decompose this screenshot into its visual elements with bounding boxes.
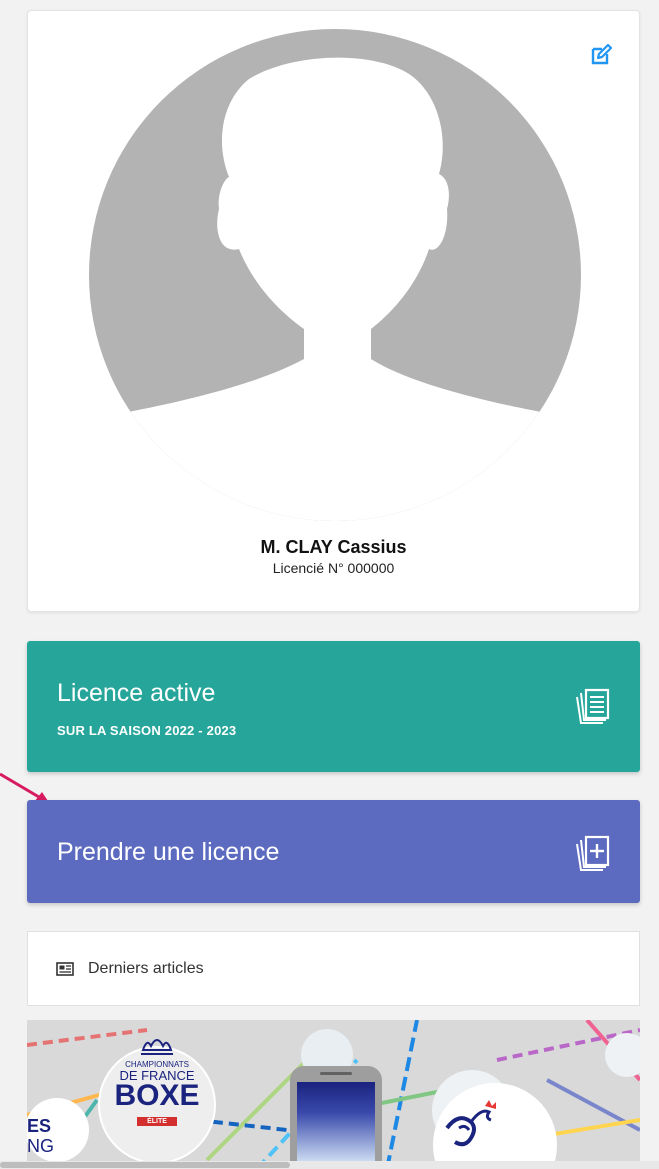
latest-articles-label: Derniers articles <box>88 960 204 977</box>
championship-logo: CHAMPIONNATS DE FRANCE BOXE ÉLITE <box>110 1032 204 1152</box>
newspaper-icon <box>56 962 74 976</box>
edge-text-2: NG <box>27 1136 54 1156</box>
licence-active-title: Licence active <box>57 679 216 707</box>
crown-icon <box>141 1039 173 1055</box>
latest-articles-header[interactable]: Derniers articles <box>27 931 640 1006</box>
take-licence-label: Prendre une licence <box>57 838 280 866</box>
profile-card: M. CLAY Cassius Licencié N° 000000 <box>27 10 640 612</box>
take-licence-button[interactable]: Prendre une licence <box>27 800 640 903</box>
phone-image <box>290 1066 382 1169</box>
document-stack-icon <box>576 688 610 724</box>
article-image[interactable]: CHAMPIONNATS DE FRANCE BOXE ÉLITE ES NG <box>27 1020 640 1169</box>
rooster-logo <box>445 1100 496 1147</box>
licence-number: Licencié N° 000000 <box>272 560 395 576</box>
add-document-icon <box>576 835 610 871</box>
profile-name: M. CLAY Cassius <box>260 537 407 557</box>
page: M. CLAY Cassius Licencié N° 000000 Licen… <box>0 0 659 1169</box>
championship-badge: ÉLITE <box>137 1117 177 1126</box>
championship-line3: BOXE <box>114 1079 200 1112</box>
licence-season: SUR LA SAISON 2022 - 2023 <box>57 723 237 738</box>
bottom-scrollbar[interactable] <box>0 1161 659 1169</box>
licence-active-card: Licence active SUR LA SAISON 2022 - 2023 <box>27 641 640 772</box>
avatar <box>89 29 581 521</box>
edit-icon[interactable] <box>589 43 613 67</box>
edge-text-1: ES <box>27 1116 52 1136</box>
